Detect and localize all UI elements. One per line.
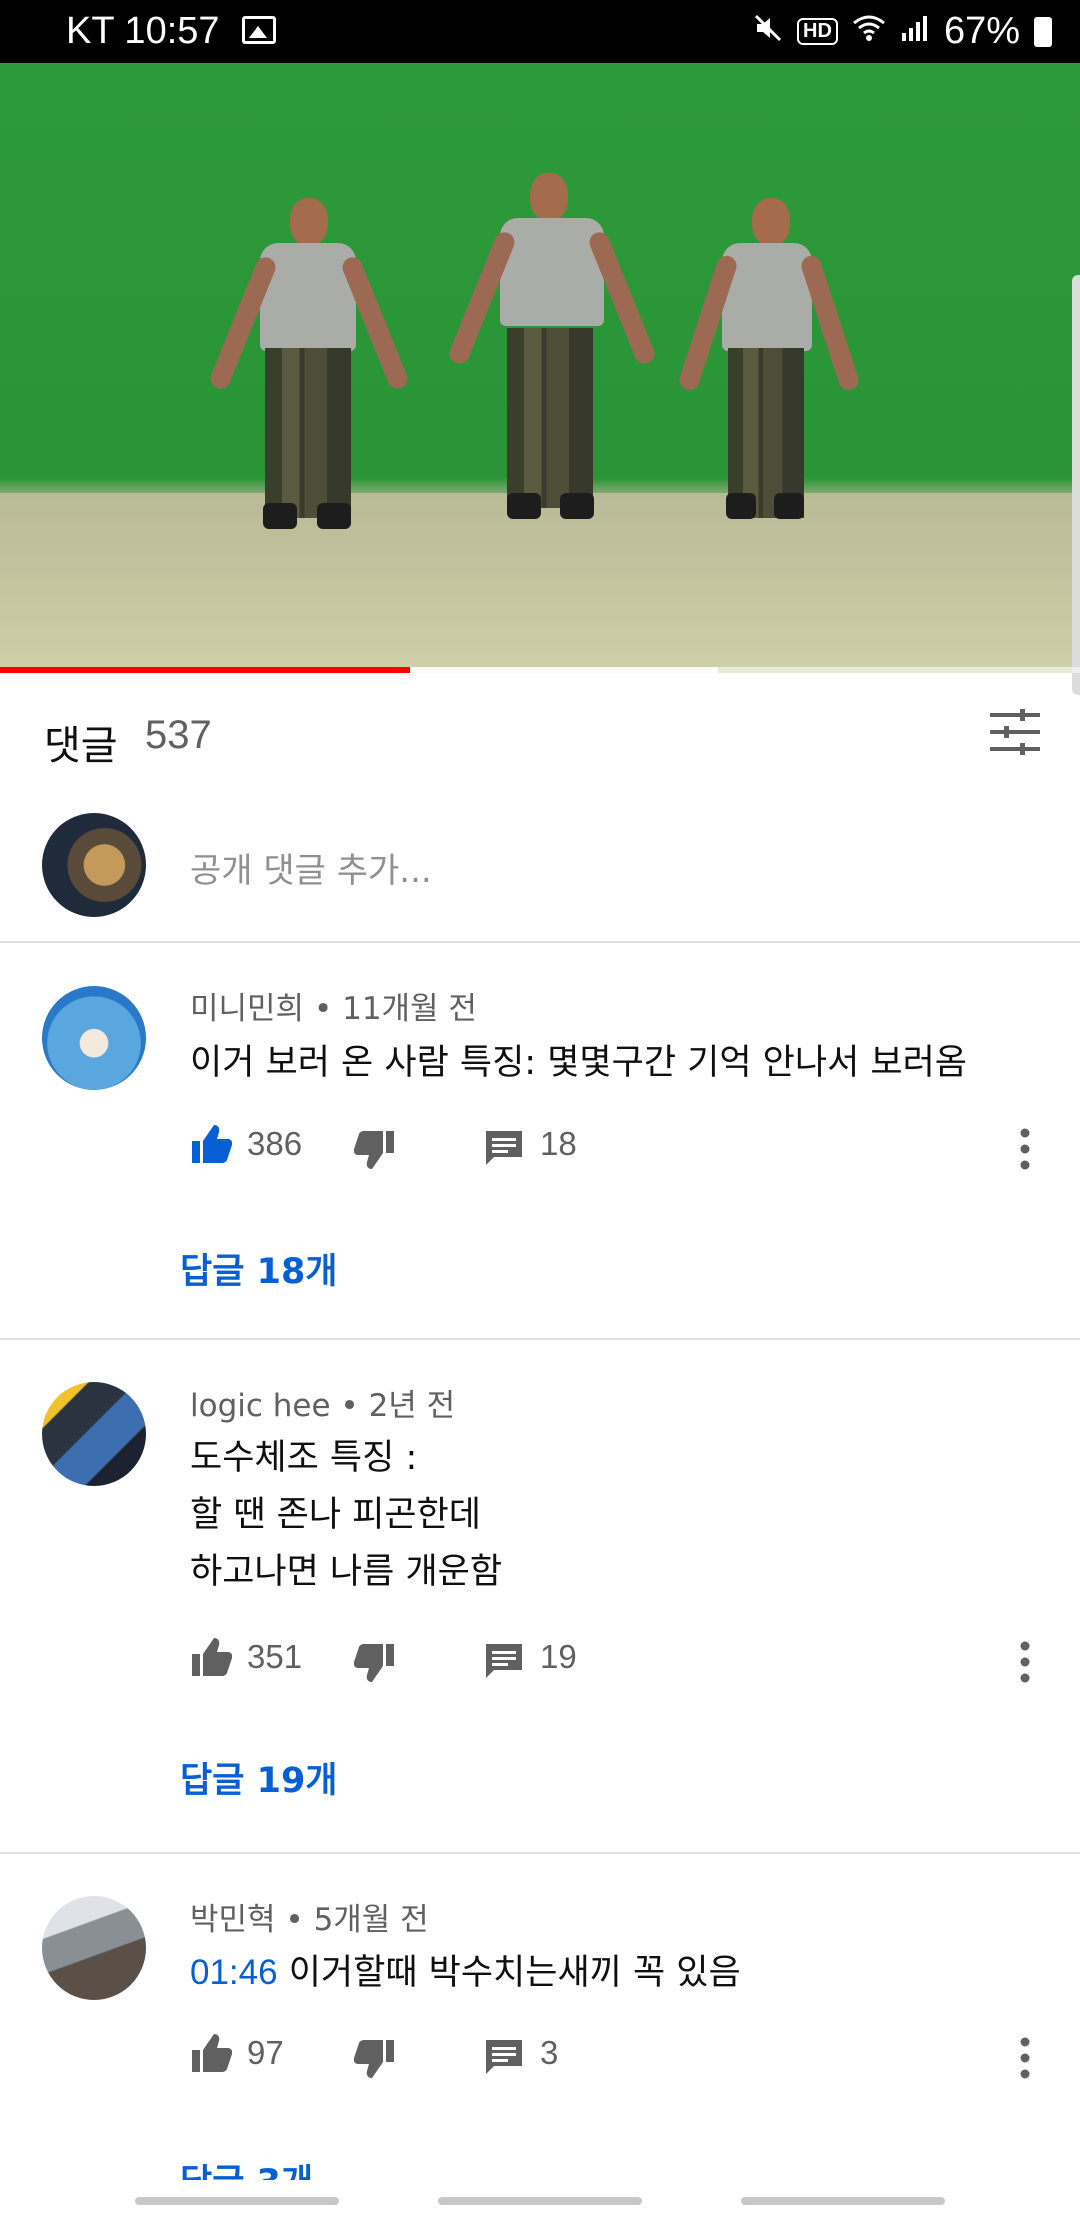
comment-item: logic hee • 2년 전 도수체조 특징 : 할 땐 존나 피곤한데 하…: [0, 1340, 1080, 1854]
comment-text: 도수체조 특징 : 할 땐 존나 피곤한데 하고나면 나름 개운함: [190, 1430, 502, 1601]
comment-item: 박민혁 • 5개월 전 01:46 이거할때 박수치는새끼 꼭 있음 97 3 …: [0, 1854, 1080, 2203]
comments-count: 537: [145, 713, 212, 757]
more-options-icon[interactable]: [1018, 1640, 1032, 1684]
reply-count: 3: [540, 2034, 559, 2071]
add-comment-input[interactable]: 공개 댓글 추가...: [190, 843, 432, 892]
timestamp-link[interactable]: 01:46: [190, 1953, 278, 1992]
video-player[interactable]: [0, 63, 1080, 673]
image-icon: [242, 16, 276, 44]
reply-count: 18: [540, 1125, 577, 1162]
comment-age: 5개월 전: [313, 1902, 429, 1938]
comment-line: 할 땐 존나 피곤한데: [190, 1495, 481, 1535]
like-count: 351: [247, 1638, 303, 1675]
meta-separator: •: [275, 1902, 314, 1938]
comment-text: 이거 보러 온 사람 특징: 몇몇구간 기억 안나서 보러옴: [190, 1035, 967, 1092]
status-icons: HD 67%: [753, 10, 1052, 53]
like-count: 97: [247, 2034, 284, 2071]
like-icon-filled[interactable]: [190, 1123, 232, 1165]
comment-item: 미니민희 • 11개월 전 이거 보러 온 사람 특징: 몇몇구간 기억 안나서…: [0, 943, 1080, 1340]
comment-actions: 386 18: [190, 1123, 1050, 1173]
video-floor: [0, 493, 1080, 673]
wifi-icon: [852, 13, 886, 51]
more-options-icon[interactable]: [1018, 1127, 1032, 1171]
comment-line: 도수체조 특징 :: [190, 1438, 418, 1478]
comment-line: 하고나면 나름 개운함: [190, 1552, 503, 1592]
navigation-bar: [0, 2180, 1080, 2220]
comment-meta: logic hee • 2년 전: [190, 1380, 455, 1425]
comment-line: 이거 보러 온 사람 특징: 몇몇구간 기억 안나서 보러옴: [190, 1043, 967, 1083]
side-panel-handle[interactable]: [1072, 275, 1080, 695]
nav-back-pill[interactable]: [741, 2197, 945, 2205]
like-icon[interactable]: [190, 2032, 232, 2074]
comment-actions: 97 3: [190, 2032, 1050, 2082]
comment-author[interactable]: 박민혁: [190, 1902, 276, 1938]
comment-avatar[interactable]: [42, 1382, 146, 1486]
reply-icon[interactable]: [484, 1129, 524, 1167]
comment-author[interactable]: logic hee: [190, 1388, 331, 1424]
add-comment-row[interactable]: 공개 댓글 추가...: [0, 793, 1080, 943]
user-avatar[interactable]: [42, 813, 146, 917]
battery-percent: 67%: [943, 10, 1020, 52]
sort-filter-icon[interactable]: [990, 709, 1040, 755]
hd-icon: HD: [797, 18, 838, 45]
dislike-icon[interactable]: [354, 1129, 396, 1171]
status-bar: KT 10:57 HD 67%: [0, 0, 1080, 63]
comments-header: 댓글 537: [0, 673, 1080, 793]
comment-avatar[interactable]: [42, 1896, 146, 2000]
nav-recent-pill[interactable]: [135, 2197, 339, 2205]
like-count: 386: [247, 1125, 303, 1162]
nav-home-pill[interactable]: [438, 2197, 642, 2205]
comment-line: 이거할때 박수치는새끼 꼭 있음: [277, 1953, 741, 1993]
comment-author[interactable]: 미니민희: [190, 991, 304, 1027]
signal-icon: [900, 13, 930, 51]
comment-avatar[interactable]: [42, 986, 146, 1090]
more-options-icon[interactable]: [1018, 2036, 1032, 2080]
mute-icon: [753, 13, 783, 51]
reply-count: 19: [540, 1638, 577, 1675]
dislike-icon[interactable]: [354, 2038, 396, 2080]
dislike-icon[interactable]: [354, 1642, 396, 1684]
battery-icon: [1034, 16, 1052, 47]
comment-meta: 미니민희 • 11개월 전: [190, 983, 477, 1028]
comment-actions: 351 19: [190, 1636, 1050, 1686]
meta-separator: •: [330, 1388, 369, 1424]
reply-icon[interactable]: [484, 1642, 524, 1680]
comment-age: 2년 전: [368, 1388, 456, 1424]
comment-meta: 박민혁 • 5개월 전: [190, 1894, 429, 1939]
comment-age: 11개월 전: [342, 991, 477, 1027]
view-replies-link[interactable]: 답글 19개: [180, 1752, 338, 1803]
meta-separator: •: [304, 991, 343, 1027]
reply-icon[interactable]: [484, 2038, 524, 2076]
view-replies-link[interactable]: 답글 18개: [180, 1243, 338, 1294]
comment-text: 01:46 이거할때 박수치는새끼 꼭 있음: [190, 1944, 741, 2002]
carrier-time: KT 10:57: [66, 10, 220, 52]
comments-title: 댓글: [44, 723, 118, 769]
like-icon[interactable]: [190, 1636, 232, 1678]
